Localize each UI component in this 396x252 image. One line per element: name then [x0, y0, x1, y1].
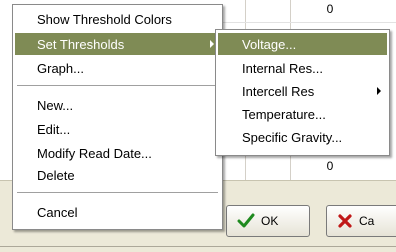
- submenu-item-label: Intercell Res: [242, 83, 315, 99]
- menu-item-label: Edit...: [37, 121, 71, 137]
- menu-item-modify-read-date[interactable]: Modify Read Date...: [15, 142, 220, 164]
- submenu-item-label: Internal Res...: [242, 60, 323, 76]
- grid-cell-value: 0: [326, 159, 334, 173]
- submenu-item-temperature[interactable]: Temperature...: [218, 103, 387, 125]
- cancel-button-label: Ca: [359, 214, 375, 228]
- menu-item-edit[interactable]: Edit...: [15, 118, 220, 140]
- menu-item-label: Set Thresholds: [37, 36, 125, 52]
- submenu-item-label: Temperature...: [242, 106, 326, 122]
- thresholds-submenu: Voltage... Internal Res... Intercell Res…: [215, 29, 390, 156]
- menu-item-graph[interactable]: Graph...: [15, 57, 220, 79]
- cancel-button[interactable]: Ca: [326, 205, 396, 237]
- submenu-item-voltage[interactable]: Voltage...: [218, 33, 387, 55]
- submenu-item-internal-res[interactable]: Internal Res...: [218, 57, 387, 79]
- menu-item-label: Graph...: [37, 60, 84, 76]
- context-menu: Show Threshold Colors Set Thresholds Gra…: [12, 4, 223, 230]
- panel-divider: [0, 246, 396, 247]
- menu-separator: [17, 85, 218, 87]
- menu-item-label: Show Threshold Colors: [37, 11, 172, 27]
- ok-button-label: OK: [261, 214, 279, 228]
- submenu-item-intercell-res[interactable]: Intercell Res: [218, 80, 387, 102]
- grid-row-divider: [200, 22, 396, 23]
- menu-item-label: Delete: [37, 167, 75, 183]
- menu-item-delete[interactable]: Delete: [15, 164, 220, 186]
- menu-item-cancel[interactable]: Cancel: [15, 201, 220, 223]
- menu-item-label: Modify Read Date...: [37, 145, 152, 161]
- submenu-item-specific-gravity[interactable]: Specific Gravity...: [218, 126, 387, 148]
- submenu-item-label: Voltage...: [242, 36, 297, 52]
- submenu-arrow-icon: [210, 40, 214, 48]
- menu-item-label: New...: [37, 97, 74, 113]
- red-x-icon: [338, 214, 352, 228]
- menu-item-new[interactable]: New...: [15, 94, 220, 116]
- submenu-arrow-icon: [377, 87, 381, 95]
- menu-separator: [17, 192, 218, 194]
- green-checkmark-icon: [237, 213, 255, 228]
- submenu-item-label: Specific Gravity...: [242, 129, 343, 145]
- grid-cell-value: 0: [326, 2, 334, 16]
- ok-button[interactable]: OK: [226, 205, 310, 237]
- menu-item-set-thresholds[interactable]: Set Thresholds: [15, 33, 220, 55]
- menu-item-show-threshold-colors[interactable]: Show Threshold Colors: [15, 8, 220, 30]
- menu-item-label: Cancel: [37, 204, 78, 220]
